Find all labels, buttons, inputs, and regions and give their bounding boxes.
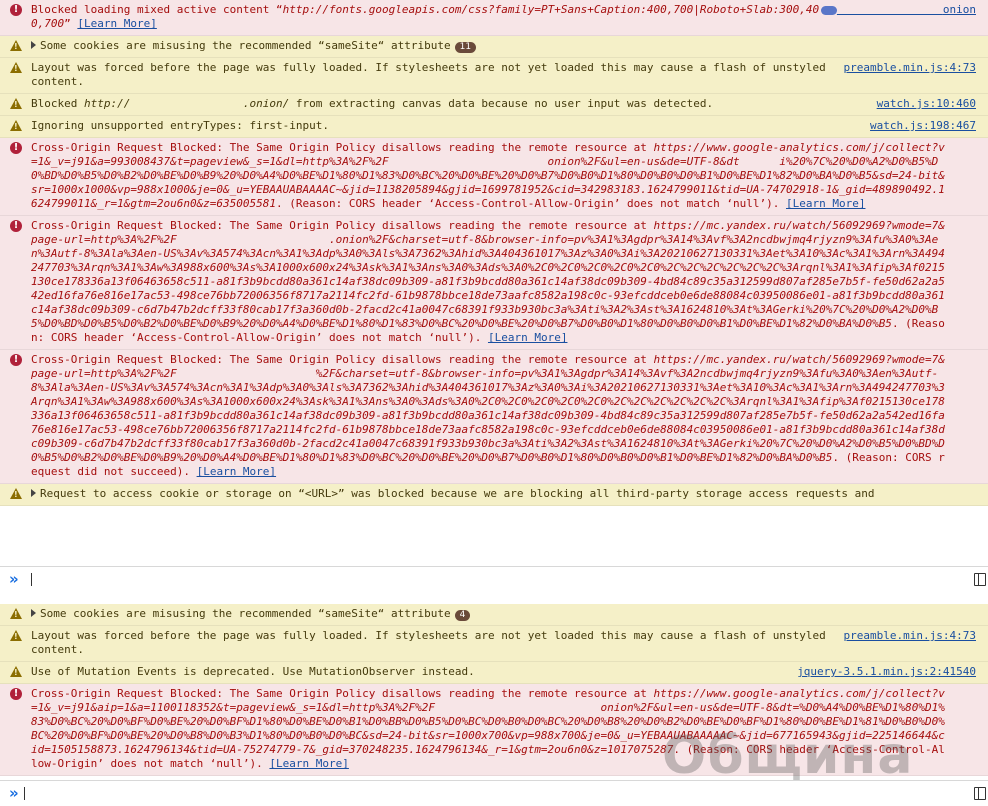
source-link[interactable]: preamble.min.js:4:73: [844, 629, 976, 643]
console-warning[interactable]: Some cookies are misusing the recommende…: [0, 36, 988, 58]
panel-separator: [0, 592, 988, 604]
console-warning[interactable]: Some cookies are misusing the recommende…: [0, 604, 988, 626]
console-input-caret[interactable]: [31, 573, 32, 586]
error-icon: [10, 3, 22, 17]
expand-triangle-icon[interactable]: [31, 489, 36, 497]
console-warning: Ignoring unsupported entryTypes: first-i…: [0, 116, 988, 138]
prompt-chevron-icon: »: [9, 570, 19, 588]
error-icon: [10, 219, 22, 233]
toggle-sidebar-icon[interactable]: [974, 573, 986, 586]
learn-more-link[interactable]: [Learn More]: [197, 465, 276, 478]
message-text: Request to access cookie or storage on “…: [40, 487, 875, 500]
source-link[interactable]: onion: [817, 3, 976, 17]
source-link[interactable]: watch.js:198:467: [870, 119, 976, 133]
source-link[interactable]: watch.js:10:460: [877, 97, 976, 111]
warning-icon: [10, 120, 22, 131]
error-icon: [10, 141, 22, 155]
message-text: Cross-Origin Request Blocked: The Same O…: [31, 219, 654, 232]
message-text: Blocked: [31, 97, 84, 110]
console-warning: Use of Mutation Events is deprecated. Us…: [0, 662, 988, 684]
error-icon: [10, 353, 22, 367]
message-url[interactable]: https://mc.yandex.ru/watch/56092969?wmod…: [31, 219, 945, 330]
group-count-badge: [820, 5, 837, 15]
learn-more-link[interactable]: [Learn More]: [786, 197, 865, 210]
console-input-caret[interactable]: [24, 787, 25, 800]
console-warning: Layout was forced before the page was fu…: [0, 626, 988, 662]
warning-icon: [10, 608, 22, 619]
console-error: Cross-Origin Request Blocked: The Same O…: [0, 138, 988, 216]
learn-more-link[interactable]: [Learn More]: [77, 17, 156, 30]
learn-more-link[interactable]: [Learn More]: [488, 331, 567, 344]
warning-icon: [10, 666, 22, 677]
warning-icon: [10, 40, 22, 51]
console-input-bottom[interactable]: »: [0, 780, 988, 806]
message-text: Ignoring unsupported entryTypes: first-i…: [31, 119, 330, 132]
console-error: Cross-Origin Request Blocked: The Same O…: [0, 684, 988, 776]
message-text: Some cookies are misusing the recommende…: [40, 607, 451, 620]
source-link[interactable]: preamble.min.js:4:73: [844, 61, 976, 75]
message-text: Cross-Origin Request Blocked: The Same O…: [31, 687, 654, 700]
message-text-after: from extracting canvas data because no u…: [289, 97, 714, 110]
expand-triangle-icon[interactable]: [31, 41, 36, 49]
message-url[interactable]: https://mc.yandex.ru/watch/56092969?wmod…: [31, 353, 945, 464]
console-error: Blocked loading mixed active content “ht…: [0, 0, 988, 36]
expand-triangle-icon[interactable]: [31, 609, 36, 617]
warning-icon: [10, 62, 22, 73]
message-text: Layout was forced before the page was fu…: [31, 629, 833, 656]
message-text: Some cookies are misusing the recommende…: [40, 39, 451, 52]
message-text: Cross-Origin Request Blocked: The Same O…: [31, 141, 654, 154]
toggle-sidebar-icon[interactable]: [974, 787, 986, 800]
message-text: Layout was forced before the page was fu…: [31, 61, 833, 88]
message-text: Blocked loading mixed active content “: [31, 3, 283, 16]
error-icon: [10, 687, 22, 701]
warning-icon: [10, 488, 22, 499]
message-text-after: ”: [64, 17, 71, 30]
console-input-top[interactable]: »: [0, 566, 988, 592]
console-error: Cross-Origin Request Blocked: The Same O…: [0, 350, 988, 484]
source-link[interactable]: jquery-3.5.1.min.js:2:41540: [797, 665, 976, 679]
warning-icon: [10, 98, 22, 109]
message-url[interactable]: http:// .onion/: [84, 97, 289, 110]
message-text-after: . (Reason: CORS header ‘Access-Control-A…: [276, 197, 786, 210]
console-error: Cross-Origin Request Blocked: The Same O…: [0, 216, 988, 350]
learn-more-link[interactable]: [Learn More]: [269, 757, 348, 770]
warning-icon: [10, 630, 22, 641]
console-warning[interactable]: Request to access cookie or storage on “…: [0, 484, 988, 506]
console-messages-top: Blocked loading mixed active content “ ht…: [0, 0, 988, 566]
prompt-chevron-icon: »: [9, 784, 19, 802]
console-warning: Layout was forced before the page was fu…: [0, 58, 988, 94]
console-warning: Blocked http:// .onion/ from extracting …: [0, 94, 988, 116]
repeat-count-badge: 4: [454, 610, 471, 621]
message-text: Cross-Origin Request Blocked: The Same O…: [31, 353, 654, 366]
console-messages-bottom: Some cookies are misusing the recommende…: [0, 604, 988, 780]
repeat-count-badge: 11: [454, 42, 477, 53]
